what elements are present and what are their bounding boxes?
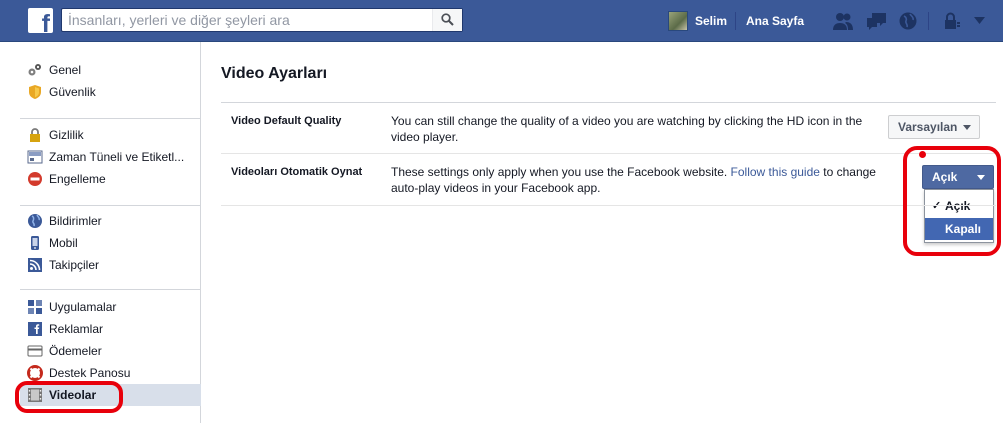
- messages-icon[interactable]: [866, 11, 888, 31]
- sidebar-item-label: Takipçiler: [49, 258, 100, 272]
- nav-divider-2: [928, 12, 929, 30]
- annotation-dot: [919, 151, 926, 158]
- profile-link[interactable]: Selim: [695, 14, 727, 28]
- home-link[interactable]: Ana Sayfa: [746, 14, 804, 28]
- sidebar-item-label: Uygulamalar: [49, 300, 117, 314]
- shield-icon: [29, 85, 41, 99]
- row-divider: [221, 153, 996, 154]
- annotation-circle-videos: [15, 381, 123, 413]
- logo-letter: f: [41, 10, 50, 38]
- lifebuoy-icon: [27, 365, 43, 381]
- card-icon: [27, 345, 43, 357]
- sidebar-item-label: Bildirimler: [49, 214, 102, 228]
- sidebar-item-mobile[interactable]: Mobil: [20, 232, 201, 254]
- sidebar-item-label: Zaman Tüneli ve Etiketl...: [49, 150, 185, 164]
- timeline-icon: [27, 150, 43, 164]
- search-button[interactable]: [432, 9, 462, 31]
- avatar[interactable]: [668, 11, 688, 31]
- sidebar-item-privacy[interactable]: Gizlilik: [20, 124, 201, 146]
- globe-icon: [28, 214, 42, 228]
- setting-description-video-quality: You can still change the quality of a vi…: [391, 114, 863, 144]
- gears-icon: [28, 64, 41, 76]
- account-menu-icon[interactable]: [974, 17, 985, 24]
- video-quality-dropdown[interactable]: Varsayılan: [888, 115, 980, 139]
- sidebar-item-label: Reklamlar: [49, 322, 104, 336]
- sidebar-divider: [20, 205, 201, 206]
- sidebar-item-timeline[interactable]: Zaman Tüneli ve Etiketl...: [20, 146, 201, 168]
- top-bar: f Selim Ana Sayfa: [0, 0, 1003, 42]
- mobile-icon: [31, 236, 39, 250]
- nav-divider: [735, 12, 736, 30]
- setting-label-autoplay: Videoları Otomatik Oynat: [231, 166, 363, 178]
- follow-guide-link[interactable]: Follow this guide: [731, 165, 820, 179]
- sidebar-item-label: Mobil: [49, 236, 78, 250]
- sidebar-item-label: Destek Panosu: [49, 366, 131, 380]
- friend-requests-icon[interactable]: [832, 11, 854, 31]
- apps-icon: [28, 300, 42, 314]
- notifications-globe-icon[interactable]: [897, 11, 919, 31]
- setting-label-video-quality: Video Default Quality: [231, 115, 342, 127]
- sidebar-item-notifications[interactable]: Bildirimler: [20, 210, 201, 232]
- privacy-shortcuts-icon[interactable]: [942, 11, 964, 31]
- sidebar-item-general[interactable]: Genel: [20, 59, 201, 81]
- block-icon: [28, 172, 42, 186]
- sidebar-item-apps[interactable]: Uygulamalar: [20, 296, 201, 318]
- ads-icon: [28, 322, 42, 336]
- sidebar-item-security[interactable]: Güvenlik: [20, 81, 201, 103]
- autoplay-text-1: These settings only apply when you use t…: [391, 165, 731, 179]
- sidebar-item-label: Güvenlik: [49, 85, 96, 99]
- sidebar-item-label: Genel: [49, 63, 82, 77]
- rss-icon: [28, 258, 42, 272]
- sidebar-item-ads[interactable]: Reklamlar: [20, 318, 201, 340]
- search-icon: [441, 13, 454, 26]
- search-input[interactable]: [62, 9, 432, 31]
- settings-sidebar: Genel Güvenlik Gizlilik Zaman Tüneli ve …: [0, 42, 201, 423]
- sidebar-item-label: Ödemeler: [49, 344, 102, 358]
- page-title: Video Ayarları: [221, 65, 328, 82]
- annotation-circle-autoplay: [903, 146, 1001, 256]
- sidebar-item-label: Gizlilik: [49, 128, 84, 142]
- sidebar-item-followers[interactable]: Takipçiler: [20, 254, 201, 276]
- sidebar-divider: [20, 289, 201, 290]
- lock-icon: [30, 128, 40, 142]
- setting-description-autoplay: These settings only apply when you use t…: [391, 164, 881, 196]
- sidebar-item-payments[interactable]: Ödemeler: [20, 340, 201, 362]
- sidebar-item-label: Engelleme: [49, 172, 106, 186]
- dropdown-label: Varsayılan: [898, 120, 958, 134]
- sidebar-item-blocking[interactable]: Engelleme: [20, 168, 201, 190]
- row-divider: [221, 205, 996, 206]
- chevron-down-icon: [963, 125, 971, 130]
- search-box: [61, 8, 463, 32]
- facebook-logo[interactable]: f: [28, 8, 53, 37]
- sidebar-divider: [20, 118, 201, 119]
- section-divider: [221, 102, 996, 103]
